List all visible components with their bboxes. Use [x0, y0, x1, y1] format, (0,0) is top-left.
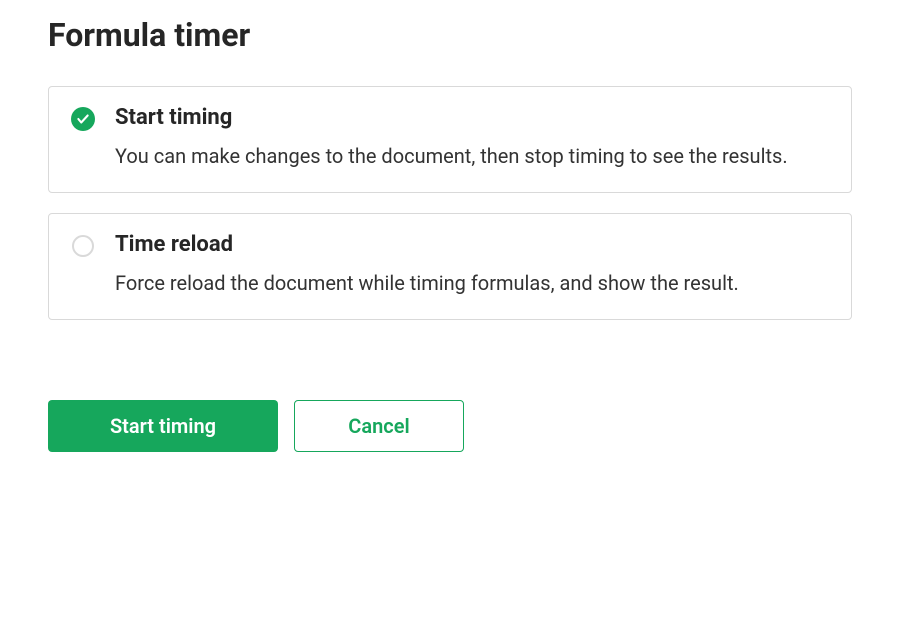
radio-unselected-icon — [72, 235, 94, 257]
option-title: Start timing — [115, 105, 829, 130]
button-row: Start timing Cancel — [48, 400, 852, 452]
option-content: Start timing You can make changes to the… — [115, 105, 829, 170]
cancel-button[interactable]: Cancel — [294, 400, 464, 452]
radio-time-reload[interactable] — [71, 234, 95, 258]
option-content: Time reload Force reload the document wh… — [115, 232, 829, 297]
radio-start-timing[interactable] — [71, 107, 95, 131]
page-title: Formula timer — [48, 16, 852, 54]
option-time-reload[interactable]: Time reload Force reload the document wh… — [48, 213, 852, 320]
check-circle-icon — [71, 107, 95, 131]
option-description: Force reload the document while timing f… — [115, 269, 829, 297]
option-description: You can make changes to the document, th… — [115, 142, 829, 170]
start-timing-button[interactable]: Start timing — [48, 400, 278, 452]
option-start-timing[interactable]: Start timing You can make changes to the… — [48, 86, 852, 193]
option-title: Time reload — [115, 232, 829, 257]
